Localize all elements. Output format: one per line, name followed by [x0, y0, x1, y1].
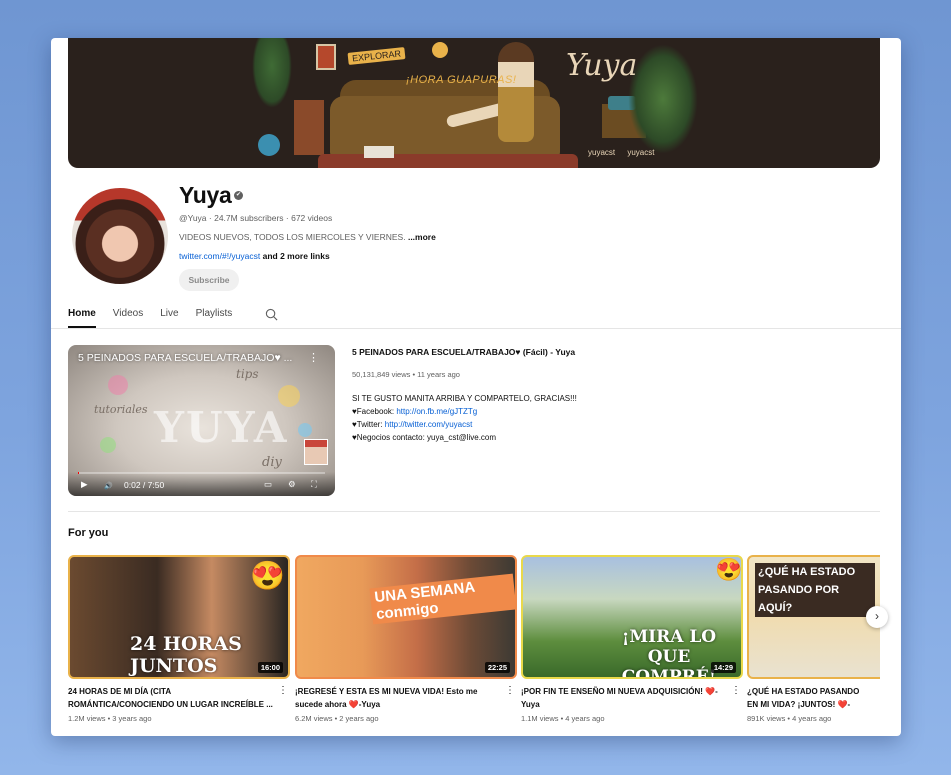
heart-eyes-emoji: 😍 — [715, 557, 743, 582]
video-title[interactable]: ¡REGRESÉ Y ESTA ES MI NUEVA VIDA! Esto m… — [295, 685, 517, 711]
featured-video-title[interactable]: 5 PEINADOS PARA ESCUELA/TRABAJO♥ (Fácil)… — [352, 347, 575, 357]
tab-videos[interactable]: Videos — [113, 304, 143, 328]
featured-video-description: SI TE GUSTO MANITA ARRIBA Y COMPARTELO, … — [352, 392, 577, 444]
player-watermark: YUYA — [154, 403, 289, 452]
channel-avatar[interactable] — [72, 188, 168, 284]
subscribe-button[interactable]: Subscribe — [179, 269, 239, 291]
twitter-link[interactable]: twitter.com/#!/yuyacst — [179, 251, 260, 261]
video-meta: 1.1M views • 4 years ago — [521, 714, 605, 723]
heart-eyes-emoji: 😍 — [250, 560, 285, 591]
tab-live[interactable]: Live — [160, 304, 178, 328]
player-progress-fill — [78, 472, 79, 474]
video-card[interactable]: ¡MIRA LO QUE COMPRÉ! 😍 14:29 ¡POR FIN TE… — [521, 555, 743, 723]
featured-video-player[interactable]: YUYA tutoriales tips diy 5 PEINADOS PARA… — [68, 345, 335, 496]
player-channel-thumbnail — [304, 439, 328, 465]
video-duration: 14:29 — [710, 662, 736, 673]
browser-window: EXPLORAR ¡HORA GUAPURAS! Yuya yuyacst yu… — [51, 38, 901, 736]
bokeh-decoration — [298, 423, 312, 437]
video-title[interactable]: ¡POR FIN TE ENSEÑO MI NUEVA ADQUISICIÓN!… — [521, 685, 743, 711]
section-title: For you — [68, 527, 109, 539]
video-meta: 1.2M views • 3 years ago — [68, 714, 152, 723]
player-script-text: tutoriales — [94, 403, 148, 416]
channel-tabs: Home Videos Live Playlists — [68, 304, 249, 328]
featured-video-meta: 50,131,849 views • 11 years ago — [352, 370, 460, 379]
desc-line-text: SI TE GUSTO MANITA ARRIBA Y COMPARTELO, … — [352, 394, 577, 403]
banner-twitter-handle: yuyacst — [588, 148, 616, 157]
banner-headline: ¡HORA GUAPURAS! — [406, 74, 517, 86]
desc-line-text: ♥Negocios contacto: yuya_cst@live.com — [352, 433, 497, 442]
facebook-link[interactable]: http://on.fb.me/gJTZTg — [396, 407, 477, 416]
video-meta: 6.2M views • 2 years ago — [295, 714, 379, 723]
desc-line: ♥Twitter: http://twitter.com/yuyacst — [352, 418, 577, 431]
desc-line-text: ♥Twitter: — [352, 420, 385, 429]
video-card[interactable]: UNA SEMANA conmigo 22:25 ¡REGRESÉ Y ESTA… — [295, 555, 517, 723]
captions-icon[interactable]: ▭ — [264, 479, 272, 490]
rug-decoration — [318, 154, 578, 168]
tab-home[interactable]: Home — [68, 304, 96, 328]
player-time: 0:02 / 7:50 — [124, 480, 165, 490]
thumbnail-overlay-text: UNA SEMANA conmigo — [369, 573, 515, 625]
fullscreen-icon[interactable]: ⛶ — [311, 479, 317, 490]
video-title[interactable]: ¿QUÉ HA ESTADO PASANDO EN MI VIDA? ¡JUNT… — [747, 685, 880, 711]
play-icon[interactable]: ▶ — [81, 479, 88, 490]
sun-decoration — [432, 42, 448, 58]
video-card-clip: ¿QUÉ HA ESTADO PASANDO POR AQUÍ? ¿QUÉ HA… — [747, 555, 880, 735]
player-script-text: tips — [236, 367, 259, 381]
video-thumbnail[interactable]: ¿QUÉ HA ESTADO PASANDO POR AQUÍ? — [747, 555, 880, 679]
channel-description[interactable]: VIDEOS NUEVOS, TODOS LOS MIERCOLES Y VIE… — [179, 232, 436, 242]
channel-description-text: VIDEOS NUEVOS, TODOS LOS MIERCOLES Y VIE… — [179, 232, 406, 242]
section-divider — [68, 511, 880, 512]
more-icon[interactable]: ⋮ — [731, 685, 741, 696]
banner-instagram-handle: yuyacst — [627, 148, 655, 157]
video-duration: 16:00 — [257, 662, 283, 673]
video-card[interactable]: ¿QUÉ HA ESTADO PASANDO POR AQUÍ? ¿QUÉ HA… — [747, 555, 880, 723]
player-more-icon[interactable]: ⋮ — [308, 351, 319, 364]
more-icon[interactable]: ⋮ — [505, 685, 515, 696]
settings-icon[interactable]: ⚙ — [288, 479, 296, 490]
banner-signature: Yuya — [566, 48, 638, 83]
channel-meta: @Yuya · 24.7M subscribers · 672 videos — [179, 213, 333, 223]
volume-icon[interactable]: 🔊 — [104, 482, 113, 490]
desc-line: ♥Facebook: http://on.fb.me/gJTZTg — [352, 405, 577, 418]
more-links-button[interactable]: and 2 more links — [260, 251, 330, 261]
channel-links: twitter.com/#!/yuyacst and 2 more links — [179, 251, 330, 261]
video-card[interactable]: 24 HORAS JUNTOS 😍 16:00 24 HORAS DE MI D… — [68, 555, 290, 723]
verified-icon: ✔ — [234, 191, 243, 200]
plant-decoration-right — [628, 44, 698, 154]
carousel-next-button[interactable]: › — [866, 606, 888, 628]
player-progress-track[interactable] — [78, 472, 325, 474]
side-table-decoration — [294, 100, 324, 155]
player-title[interactable]: 5 PEINADOS PARA ESCUELA/TRABAJO♥ ... — [78, 352, 292, 364]
video-title[interactable]: 24 HORAS DE MI DÍA (CITA ROMÁNTICA/CONOC… — [68, 685, 290, 711]
illustrated-girl — [498, 42, 534, 142]
typewriter-decoration — [364, 146, 394, 158]
tab-playlists[interactable]: Playlists — [196, 304, 233, 328]
player-script-text: diy — [262, 455, 282, 470]
bokeh-decoration — [100, 437, 116, 453]
search-icon[interactable] — [265, 308, 278, 321]
video-duration: 22:25 — [484, 662, 510, 673]
channel-name: Yuya — [179, 182, 232, 208]
video-thumbnail[interactable]: ¡MIRA LO QUE COMPRÉ! 😍 14:29 — [521, 555, 743, 679]
desc-line: ♥Negocios contacto: yuya_cst@live.com — [352, 431, 577, 444]
banner-socials: yuyacst yuyacst — [588, 148, 664, 157]
video-thumbnail[interactable]: UNA SEMANA conmigo 22:25 — [295, 555, 517, 679]
twitter-desc-link[interactable]: http://twitter.com/yuyacst — [385, 420, 473, 429]
thumbnail-overlay-text: ¿QUÉ HA ESTADO PASANDO POR AQUÍ? — [755, 563, 875, 617]
channel-banner: EXPLORAR ¡HORA GUAPURAS! Yuya yuyacst yu… — [68, 38, 880, 168]
picture-frame-decoration — [316, 44, 336, 70]
desc-line: SI TE GUSTO MANITA ARRIBA Y COMPARTELO, … — [352, 392, 577, 405]
plant-decoration — [252, 38, 292, 108]
desc-line-text: ♥Facebook: — [352, 407, 397, 416]
video-thumbnail[interactable]: 24 HORAS JUNTOS 😍 16:00 — [68, 555, 290, 679]
description-more-link[interactable]: ...more — [408, 232, 436, 242]
globe-decoration — [258, 134, 280, 156]
tabs-divider — [51, 328, 901, 329]
video-meta: 891K views • 4 years ago — [747, 714, 832, 723]
banner-tag: EXPLORAR — [347, 47, 406, 65]
bokeh-decoration — [108, 375, 128, 395]
more-icon[interactable]: ⋮ — [278, 685, 288, 696]
